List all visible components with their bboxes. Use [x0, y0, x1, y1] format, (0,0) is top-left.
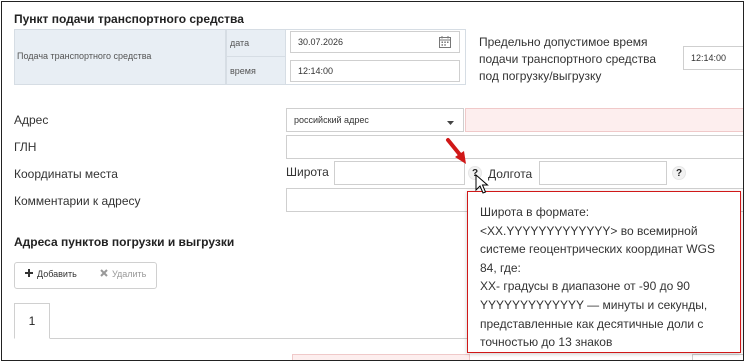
- date-input[interactable]: 30.07.2026: [290, 31, 460, 53]
- max-time-value: 12:14:00: [691, 53, 727, 63]
- tab-1[interactable]: 1: [14, 303, 50, 339]
- gln-label: ГЛН: [14, 140, 37, 154]
- calendar-icon[interactable]: [439, 36, 451, 48]
- coords-label: Координаты места: [14, 167, 118, 181]
- address-input[interactable]: [465, 108, 743, 132]
- longitude-input[interactable]: [539, 161, 667, 185]
- latitude-label: Широта: [286, 165, 329, 179]
- vehicle-arrival-label: Подача транспортного средства: [17, 51, 152, 61]
- delete-button-label: Удалить: [112, 269, 147, 279]
- max-time-label: Предельно допустимое время подачи трансп…: [479, 35, 657, 83]
- red-arrow-icon: [446, 138, 466, 164]
- chevron-down-icon: [447, 118, 454, 128]
- address-label: Адрес: [14, 113, 49, 127]
- section-title-vehicle-point: Пункт подачи транспортного средства: [14, 12, 244, 26]
- longitude-help-icon[interactable]: ?: [672, 166, 686, 180]
- time-label: время: [230, 66, 256, 76]
- mouse-cursor-icon: [475, 174, 489, 194]
- add-button-label: Добавить: [37, 269, 77, 279]
- date-value: 30.07.2026: [298, 37, 344, 47]
- tab-1-label: 1: [28, 314, 36, 328]
- tooltip-line-3: XX- градусы в диапазоне от -90 до 90 YYY…: [480, 279, 708, 350]
- add-button[interactable]: Добавить: [25, 269, 77, 279]
- tooltip-line-1: Широта в формате:: [480, 205, 590, 219]
- max-time-input[interactable]: 12:14:00: [683, 46, 743, 70]
- plus-icon: [25, 269, 33, 279]
- gln-input[interactable]: [286, 135, 743, 159]
- form-frame: Пункт подачи транспортного средства Пода…: [1, 1, 744, 361]
- partial-field-left[interactable]: [292, 354, 470, 360]
- time-input[interactable]: 12:14:00: [290, 60, 460, 82]
- latitude-format-tooltip: Широта в формате: <XX.YYYYYYYYYYYYY> во …: [467, 191, 741, 353]
- date-label: дата: [230, 38, 250, 48]
- address-type-value: российский адрес: [294, 115, 369, 125]
- time-value: 12:14:00: [298, 66, 334, 76]
- address-type-select[interactable]: российский адрес: [286, 108, 464, 132]
- close-icon: [100, 269, 108, 279]
- comments-label: Комментарии к адресу: [14, 194, 141, 208]
- help-glyph: ?: [675, 167, 683, 179]
- tooltip-line-2: <XX.YYYYYYYYYYYYY> во всемирной системе …: [480, 223, 715, 275]
- partial-field-right[interactable]: [692, 354, 743, 360]
- section-title-loading-points: Адреса пунктов погрузки и выгрузки: [14, 235, 235, 249]
- delete-button[interactable]: Удалить: [100, 269, 146, 279]
- longitude-label: Долгота: [488, 167, 533, 181]
